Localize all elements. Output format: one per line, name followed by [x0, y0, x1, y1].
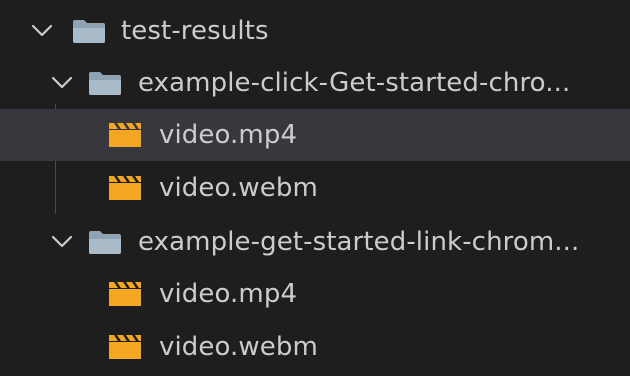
tree-item-video-mp4[interactable]: video.mp4 [0, 109, 630, 161]
tree-item-subfolder-1[interactable]: example-click-Get-started-chro... [0, 57, 630, 109]
video-file-icon [108, 281, 142, 307]
folder-label: example-get-started-link-chrom... [138, 227, 580, 257]
video-file-icon [108, 122, 142, 148]
chevron-down-icon[interactable] [50, 230, 74, 254]
file-label: video.mp4 [159, 279, 298, 309]
file-label: video.webm [159, 173, 318, 203]
chevron-down-icon[interactable] [30, 19, 54, 43]
file-label: video.webm [159, 332, 318, 362]
folder-open-icon [72, 18, 106, 44]
file-label: video.mp4 [159, 120, 298, 150]
tree-item-video-webm[interactable]: video.webm [0, 321, 630, 373]
chevron-down-icon[interactable] [50, 71, 74, 95]
folder-open-icon [88, 229, 122, 255]
tree-item-subfolder-2[interactable]: example-get-started-link-chrom... [0, 216, 630, 268]
video-file-icon [108, 175, 142, 201]
video-file-icon [108, 334, 142, 360]
file-explorer-tree: test-results example-click-Get-started-c… [0, 0, 630, 376]
tree-item-test-results[interactable]: test-results [0, 5, 630, 57]
folder-label: example-click-Get-started-chro... [138, 68, 571, 98]
folder-open-icon [88, 70, 122, 96]
tree-item-video-mp4[interactable]: video.mp4 [0, 268, 630, 320]
tree-item-video-webm[interactable]: video.webm [0, 162, 630, 214]
folder-label: test-results [121, 16, 269, 46]
